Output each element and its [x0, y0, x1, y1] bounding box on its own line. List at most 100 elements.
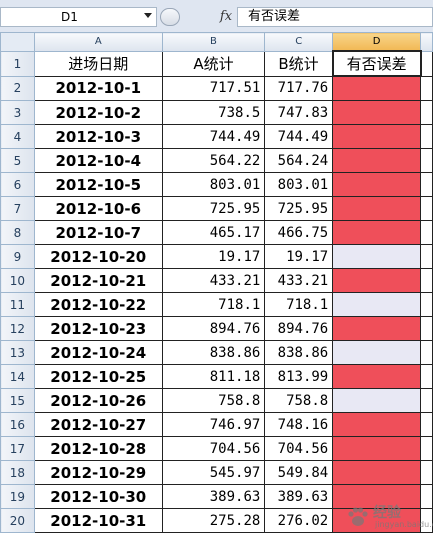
row-header[interactable]: 16 — [0, 412, 35, 437]
error-flag-cell[interactable] — [332, 124, 422, 149]
cell-b1[interactable]: A统计 — [161, 50, 266, 77]
date-cell[interactable]: 2012-10-20 — [33, 244, 163, 269]
row-header[interactable]: 19 — [0, 484, 35, 509]
date-cell[interactable]: 2012-10-30 — [33, 484, 163, 509]
b-stat-cell[interactable]: 748.16 — [264, 412, 334, 437]
b-stat-cell[interactable]: 549.84 — [264, 460, 334, 485]
b-stat-cell[interactable]: 19.17 — [264, 244, 334, 269]
error-flag-cell[interactable] — [332, 220, 422, 245]
b-stat-cell[interactable]: 813.99 — [264, 364, 334, 389]
row-header[interactable]: 8 — [0, 220, 35, 245]
row-header[interactable]: 2 — [0, 75, 35, 101]
error-flag-cell[interactable] — [332, 316, 422, 341]
b-stat-cell[interactable]: 389.63 — [264, 484, 334, 509]
row-header[interactable]: 13 — [0, 340, 35, 365]
a-stat-cell[interactable]: 718.1 — [161, 292, 266, 317]
date-cell[interactable]: 2012-10-2 — [33, 100, 163, 125]
a-stat-cell[interactable]: 744.49 — [161, 124, 266, 149]
empty-cell[interactable] — [420, 268, 433, 293]
a-stat-cell[interactable]: 738.5 — [161, 100, 266, 125]
date-cell[interactable]: 2012-10-5 — [33, 172, 163, 197]
a-stat-cell[interactable]: 758.8 — [161, 388, 266, 413]
row-header[interactable]: 7 — [0, 196, 35, 221]
a-stat-cell[interactable]: 564.22 — [161, 148, 266, 173]
date-cell[interactable]: 2012-10-25 — [33, 364, 163, 389]
column-header-b[interactable]: B — [161, 32, 266, 52]
error-flag-cell[interactable] — [332, 100, 422, 125]
b-stat-cell[interactable]: 747.83 — [264, 100, 334, 125]
b-stat-cell[interactable]: 433.21 — [264, 268, 334, 293]
error-flag-cell[interactable] — [332, 364, 422, 389]
empty-cell[interactable] — [420, 244, 433, 269]
a-stat-cell[interactable]: 545.97 — [161, 460, 266, 485]
row-header[interactable]: 3 — [0, 100, 35, 125]
date-cell[interactable]: 2012-10-26 — [33, 388, 163, 413]
select-all-corner[interactable] — [0, 32, 35, 52]
a-stat-cell[interactable]: 433.21 — [161, 268, 266, 293]
date-cell[interactable]: 2012-10-22 — [33, 292, 163, 317]
row-header[interactable]: 15 — [0, 388, 35, 413]
row-header[interactable]: 14 — [0, 364, 35, 389]
row-header[interactable]: 11 — [0, 292, 35, 317]
error-flag-cell[interactable] — [332, 244, 422, 269]
b-stat-cell[interactable]: 838.86 — [264, 340, 334, 365]
b-stat-cell[interactable]: 718.1 — [264, 292, 334, 317]
a-stat-cell[interactable]: 19.17 — [161, 244, 266, 269]
chevron-down-icon[interactable] — [144, 13, 152, 18]
b-stat-cell[interactable]: 717.76 — [264, 75, 334, 101]
error-flag-cell[interactable] — [332, 436, 422, 461]
b-stat-cell[interactable]: 744.49 — [264, 124, 334, 149]
row-header[interactable]: 9 — [0, 244, 35, 269]
formula-bar-resize-handle[interactable] — [160, 8, 180, 26]
b-stat-cell[interactable]: 725.95 — [264, 196, 334, 221]
row-header[interactable]: 17 — [0, 436, 35, 461]
a-stat-cell[interactable]: 275.28 — [161, 508, 266, 533]
empty-cell[interactable] — [420, 220, 433, 245]
date-cell[interactable]: 2012-10-28 — [33, 436, 163, 461]
cell-a1[interactable]: 进场日期 — [33, 50, 163, 77]
error-flag-cell[interactable] — [332, 388, 422, 413]
empty-cell[interactable] — [420, 460, 433, 485]
a-stat-cell[interactable]: 803.01 — [161, 172, 266, 197]
row-header[interactable]: 20 — [0, 508, 35, 533]
column-header-d[interactable]: D — [332, 32, 422, 52]
row-header[interactable]: 4 — [0, 124, 35, 149]
error-flag-cell[interactable] — [332, 292, 422, 317]
column-header-e[interactable] — [420, 32, 433, 52]
empty-cell[interactable] — [420, 172, 433, 197]
error-flag-cell[interactable] — [332, 268, 422, 293]
b-stat-cell[interactable]: 564.24 — [264, 148, 334, 173]
insert-function-icon[interactable]: fx — [216, 8, 236, 26]
empty-cell[interactable] — [420, 100, 433, 125]
error-flag-cell[interactable] — [332, 460, 422, 485]
empty-cell[interactable] — [420, 436, 433, 461]
empty-cell[interactable] — [420, 340, 433, 365]
a-stat-cell[interactable]: 465.17 — [161, 220, 266, 245]
a-stat-cell[interactable]: 389.63 — [161, 484, 266, 509]
row-header[interactable]: 12 — [0, 316, 35, 341]
row-header[interactable]: 10 — [0, 268, 35, 293]
empty-cell[interactable] — [420, 316, 433, 341]
cell-c1[interactable]: B统计 — [264, 50, 334, 77]
b-stat-cell[interactable]: 466.75 — [264, 220, 334, 245]
name-box[interactable]: D1 — [0, 7, 157, 27]
a-stat-cell[interactable]: 894.76 — [161, 316, 266, 341]
error-flag-cell[interactable] — [332, 172, 422, 197]
b-stat-cell[interactable]: 704.56 — [264, 436, 334, 461]
empty-cell[interactable] — [420, 388, 433, 413]
empty-cell[interactable] — [420, 196, 433, 221]
date-cell[interactable]: 2012-10-3 — [33, 124, 163, 149]
date-cell[interactable]: 2012-10-6 — [33, 196, 163, 221]
row-header[interactable]: 18 — [0, 460, 35, 485]
date-cell[interactable]: 2012-10-31 — [33, 508, 163, 533]
empty-cell[interactable] — [420, 148, 433, 173]
b-stat-cell[interactable]: 758.8 — [264, 388, 334, 413]
b-stat-cell[interactable]: 803.01 — [264, 172, 334, 197]
row-header[interactable]: 6 — [0, 172, 35, 197]
a-stat-cell[interactable]: 838.86 — [161, 340, 266, 365]
error-flag-cell[interactable] — [332, 196, 422, 221]
empty-cell[interactable] — [420, 292, 433, 317]
empty-cell[interactable] — [420, 75, 433, 101]
error-flag-cell[interactable] — [332, 75, 422, 101]
a-stat-cell[interactable]: 811.18 — [161, 364, 266, 389]
